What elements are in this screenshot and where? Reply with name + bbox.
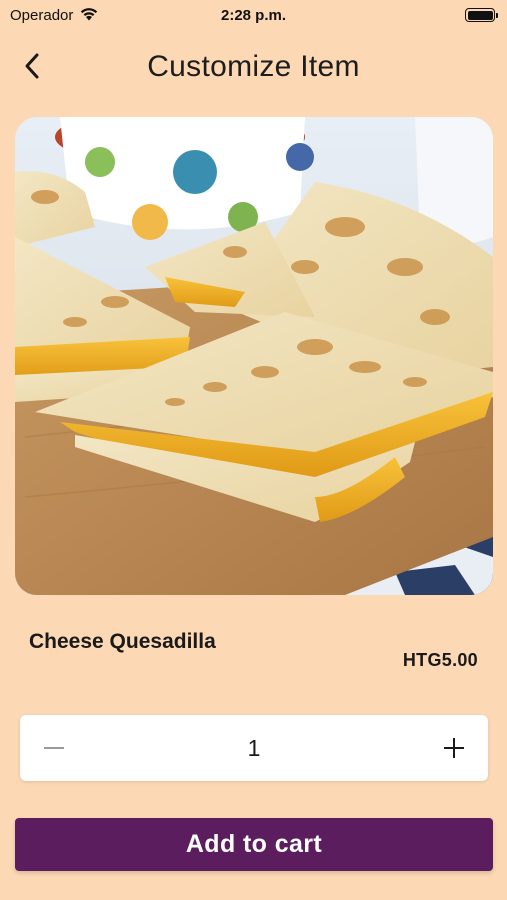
wifi-icon [79,6,99,25]
quantity-stepper: 1 [20,715,488,781]
product-image [15,117,493,595]
battery-full-icon [465,8,498,22]
page-title: Customize Item [147,50,360,83]
add-to-cart-button[interactable]: Add to cart [15,818,493,871]
status-bar: Operador 2:28 p.m. [0,0,507,30]
minus-icon [44,747,64,749]
carrier-name: Operador [10,6,74,24]
chevron-left-icon [25,53,39,79]
status-left: Operador [10,6,99,25]
nav-bar: Customize Item [0,40,507,94]
plus-icon [443,738,464,758]
decrement-button[interactable] [40,734,68,762]
increment-button[interactable] [440,734,468,762]
item-name: Cheese Quesadilla [29,630,216,653]
quantity-value: 1 [247,734,261,761]
back-button[interactable] [14,48,50,84]
item-price: HTG5.00 [402,650,478,670]
